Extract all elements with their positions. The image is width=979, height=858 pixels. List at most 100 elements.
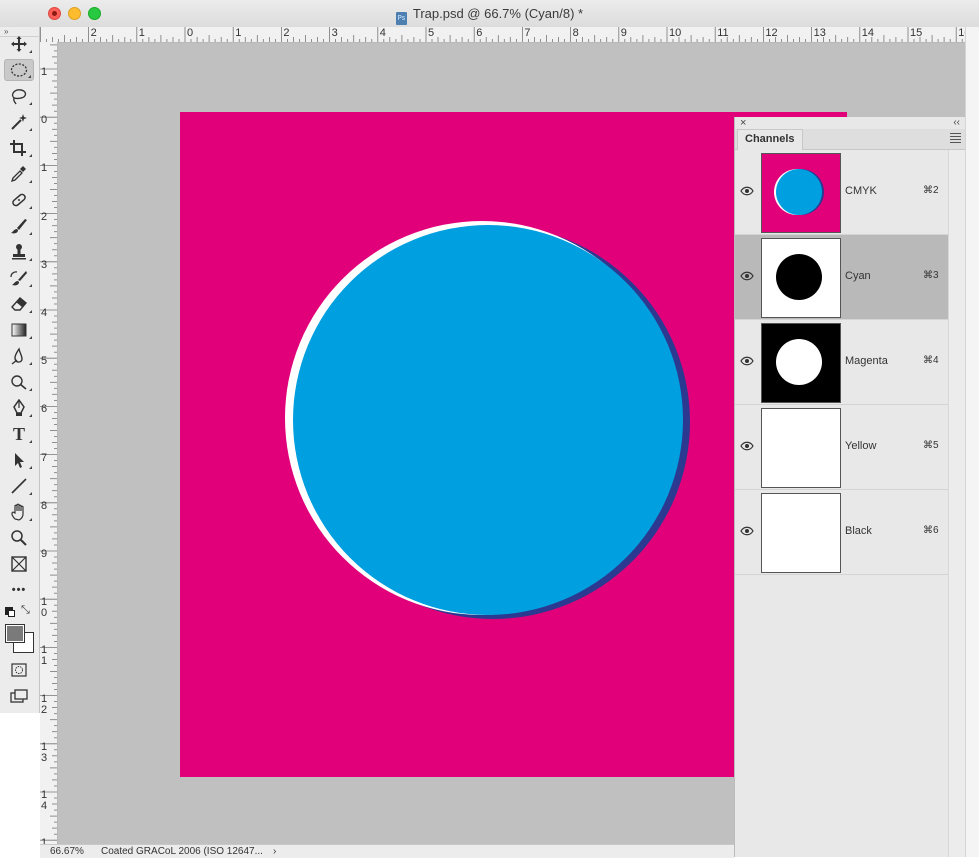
collapse-panel-icon[interactable]: ‹‹ xyxy=(953,117,960,129)
foreground-color-swatch[interactable] xyxy=(5,624,25,643)
document-profile: Coated GRACoL 2006 (ISO 12647... xyxy=(101,846,263,857)
screen-mode-icon xyxy=(10,689,28,703)
ruler-label: 14 xyxy=(861,27,875,39)
screen-mode-button[interactable] xyxy=(4,685,34,707)
path-selection-tool[interactable] xyxy=(4,449,34,471)
tools-panel: » T ••• ⤡ xyxy=(0,27,40,713)
tab-channels[interactable]: Channels xyxy=(737,129,803,150)
zoom-level[interactable]: 66.67% xyxy=(50,845,84,858)
ellipse-marquee-icon xyxy=(10,63,28,77)
bandage-icon xyxy=(12,193,26,207)
move-tool[interactable] xyxy=(4,33,34,55)
eraser-tool[interactable] xyxy=(4,293,34,315)
ruler-label: 8 xyxy=(41,499,48,512)
channel-name: CMYK xyxy=(845,185,877,197)
zoom-tool[interactable] xyxy=(4,527,34,549)
eye-icon[interactable] xyxy=(740,526,754,536)
lasso-tool[interactable] xyxy=(4,85,34,107)
ruler-label: 1 4 xyxy=(41,789,48,812)
eye-icon[interactable] xyxy=(740,356,754,366)
line-tool[interactable] xyxy=(4,475,34,497)
lasso-icon xyxy=(11,89,27,105)
hand-icon xyxy=(11,503,24,521)
eraser-icon xyxy=(11,297,27,311)
channel-shortcut: ⌘4 xyxy=(923,355,939,366)
arrow-icon xyxy=(15,453,24,468)
ruler-label: 16 xyxy=(958,27,965,39)
magic-wand-icon xyxy=(11,114,27,130)
elliptical-marquee-tool[interactable] xyxy=(4,59,34,81)
status-bar: 66.67% Coated GRACoL 2006 (ISO 12647... … xyxy=(40,844,734,858)
crop-tool[interactable] xyxy=(4,137,34,159)
horizontal-ruler-ticks xyxy=(40,27,963,42)
close-icon[interactable]: × xyxy=(740,117,746,129)
channel-row-black[interactable]: Black ⌘6 xyxy=(735,490,948,575)
ruler-label: 1 xyxy=(235,27,242,39)
quick-mask-button[interactable] xyxy=(4,659,34,681)
gradient-icon xyxy=(11,323,27,337)
swap-colors-icon[interactable]: ⤡ xyxy=(21,604,30,617)
title-bar: Ps Trap.psd @ 66.7% (Cyan/8) * xyxy=(0,0,979,28)
brush-icon xyxy=(11,219,27,234)
dodge-tool[interactable] xyxy=(4,371,34,393)
document-title: Ps Trap.psd @ 66.7% (Cyan/8) * xyxy=(0,6,979,25)
cyan-circle xyxy=(293,225,683,615)
magic-wand-tool[interactable] xyxy=(4,111,34,133)
vertical-ruler: 101234567891 01 11 21 31 41 xyxy=(40,42,58,844)
ruler-label: 7 xyxy=(524,27,531,39)
ruler-label: 1 1 xyxy=(41,644,48,668)
eyedropper-icon xyxy=(10,166,26,183)
panel-scrollbar[interactable] xyxy=(948,150,966,857)
channel-shortcut: ⌘2 xyxy=(923,185,939,196)
channel-shortcut: ⌘6 xyxy=(923,525,939,536)
pen-icon xyxy=(13,399,25,416)
channel-row-magenta[interactable]: Magenta ⌘4 xyxy=(735,320,948,405)
crop-icon xyxy=(10,140,26,156)
ps-file-icon: Ps xyxy=(395,12,407,25)
ruler-label: 2 xyxy=(41,210,48,223)
line-icon xyxy=(11,478,27,494)
document-title-text: Trap.psd @ 66.7% (Cyan/8) * xyxy=(412,6,584,21)
clone-stamp-tool[interactable] xyxy=(4,241,34,263)
eye-icon[interactable] xyxy=(740,271,754,281)
ruler-label: 2 xyxy=(283,27,290,39)
channel-thumbnail xyxy=(761,323,841,403)
eye-icon[interactable] xyxy=(740,441,754,451)
brush-tool[interactable] xyxy=(4,215,34,237)
horizontal-ruler: 21012345678910111213141516 xyxy=(40,27,965,43)
eye-icon[interactable] xyxy=(740,186,754,196)
history-brush-tool[interactable] xyxy=(4,267,34,289)
channel-row-yellow[interactable]: Yellow ⌘5 xyxy=(735,405,948,490)
ruler-label: 9 xyxy=(41,548,48,560)
gradient-tool[interactable] xyxy=(4,319,34,341)
history-brush-icon xyxy=(10,271,27,286)
type-tool[interactable]: T xyxy=(4,423,34,445)
default-colors-icon[interactable] xyxy=(5,607,15,617)
eyedropper-tool[interactable] xyxy=(4,163,34,185)
right-panel-dock xyxy=(965,27,979,857)
pen-tool[interactable] xyxy=(4,397,34,419)
blur-tool[interactable] xyxy=(4,345,34,367)
channel-row-cyan[interactable]: Cyan ⌘3 xyxy=(735,235,948,320)
frame-tool[interactable] xyxy=(4,553,34,575)
channel-row-cmyk[interactable]: CMYK ⌘2 xyxy=(735,150,948,235)
channel-shortcut: ⌘5 xyxy=(923,440,939,451)
ruler-label: 13 xyxy=(813,27,826,39)
ruler-label: 1 xyxy=(41,66,48,78)
channel-name: Yellow xyxy=(845,440,877,452)
panel-menu-icon[interactable] xyxy=(950,133,961,145)
hand-tool[interactable] xyxy=(4,501,34,523)
edit-toolbar[interactable]: ••• xyxy=(4,579,34,601)
ruler-label: 2 xyxy=(90,27,97,39)
more-icon: ••• xyxy=(11,584,27,596)
channel-thumbnail xyxy=(761,408,841,488)
ruler-label: 3 xyxy=(41,258,48,271)
channel-shortcut: ⌘3 xyxy=(923,270,939,281)
status-menu-arrow[interactable]: › xyxy=(273,845,276,858)
dodge-icon xyxy=(11,375,27,390)
type-icon: T xyxy=(12,423,25,444)
channel-name: Black xyxy=(845,525,872,537)
ruler-label: 4 xyxy=(41,307,48,319)
healing-brush-tool[interactable] xyxy=(4,189,34,211)
channel-thumbnail xyxy=(761,153,841,233)
